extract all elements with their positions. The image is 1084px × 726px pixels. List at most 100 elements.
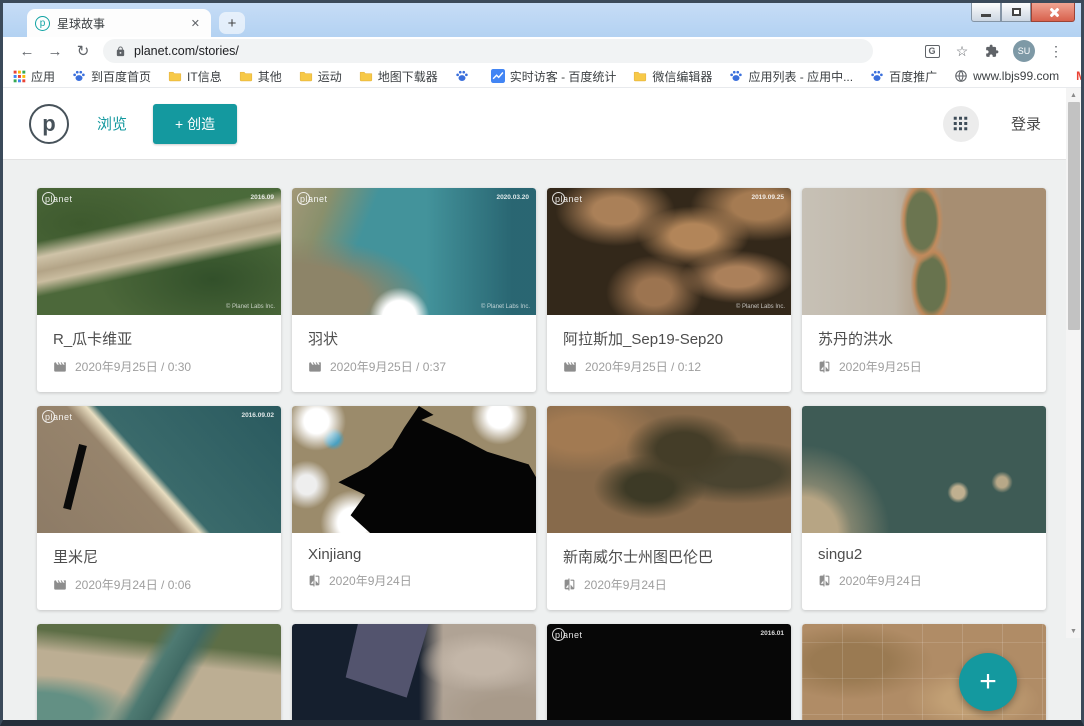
back-icon[interactable]: ← bbox=[13, 43, 41, 60]
tab-title: 星球故事 bbox=[57, 15, 188, 32]
story-meta: 2020年9月25日 / 0:37 bbox=[308, 358, 520, 375]
bookmark-label: 运动 bbox=[318, 68, 342, 85]
bookmark-paw-only[interactable] bbox=[455, 69, 474, 83]
card-info: 羽状 2020年9月25日 / 0:37 bbox=[292, 315, 536, 375]
tab-close-icon[interactable]: ✕ bbox=[188, 17, 203, 30]
story-card[interactable]: planet 2016.09 © Planet Labs Inc. R_瓜卡维亚… bbox=[37, 188, 281, 392]
story-thumbnail bbox=[292, 624, 536, 723]
story-title: R_瓜卡维亚 bbox=[53, 328, 265, 349]
compare-icon bbox=[818, 360, 831, 373]
browser-tab[interactable]: p 星球故事 ✕ bbox=[27, 9, 211, 37]
url-text: planet.com/stories/ bbox=[134, 44, 239, 58]
story-thumbnail: planet 2016.09 © Planet Labs Inc. bbox=[37, 188, 281, 315]
bookmark-folder-sport[interactable]: 运动 bbox=[299, 68, 342, 85]
scrollbar-thumb[interactable] bbox=[1068, 102, 1080, 330]
story-date: 2020年9月24日 bbox=[329, 572, 412, 589]
titlebar: p 星球故事 ✕ + bbox=[3, 3, 1081, 37]
story-title: 新南威尔士州图巴伦巴 bbox=[563, 546, 775, 567]
bookmark-label: 地图下载器 bbox=[378, 68, 438, 85]
profile-avatar[interactable]: SU bbox=[1013, 40, 1035, 62]
scroll-up-icon[interactable]: ▲ bbox=[1066, 88, 1081, 102]
movie-icon bbox=[563, 360, 577, 374]
story-card[interactable]: planet 2019.09.25 © Planet Labs Inc. 阿拉斯… bbox=[547, 188, 791, 392]
story-meta: 2020年9月25日 / 0:30 bbox=[53, 358, 265, 375]
header-right: 登录 bbox=[943, 106, 1055, 142]
scroll-down-icon[interactable]: ▼ bbox=[1066, 624, 1081, 638]
bookmark-baidu-home[interactable]: 到百度首页 bbox=[72, 68, 151, 85]
maximize-button[interactable] bbox=[1001, 3, 1031, 22]
story-card[interactable] bbox=[292, 624, 536, 723]
story-thumbnail: planet 2020.03.20 © Planet Labs Inc. bbox=[292, 188, 536, 315]
bookmark-folder-other[interactable]: 其他 bbox=[239, 68, 282, 85]
capture-date: 2020.03.20 bbox=[496, 194, 529, 201]
card-info: Xinjiang 2020年9月24日 bbox=[292, 533, 536, 589]
movie-icon bbox=[53, 578, 67, 592]
story-card[interactable]: 苏丹的洪水 2020年9月25日 bbox=[802, 188, 1046, 392]
bookmark-lbjs[interactable]: www.lbjs99.com bbox=[954, 69, 1059, 83]
planet-watermark: planet bbox=[300, 194, 328, 204]
story-card[interactable]: planet 2016.01 bbox=[547, 624, 791, 723]
lock-icon bbox=[115, 46, 126, 57]
page-header: p 浏览 + 创造 登录 bbox=[3, 88, 1081, 160]
forward-icon[interactable]: → bbox=[41, 43, 69, 60]
bookmark-folder-it[interactable]: IT信息 bbox=[168, 68, 222, 85]
bookmark-folder-map[interactable]: 地图下载器 bbox=[359, 68, 438, 85]
nav-browse-link[interactable]: 浏览 bbox=[97, 113, 127, 134]
card-info: 新南威尔士州图巴伦巴 2020年9月24日 bbox=[547, 533, 791, 593]
capture-date: 2016.09 bbox=[251, 194, 275, 201]
toolbar-right: G ☆ SU ⋮ bbox=[917, 40, 1071, 62]
planet-watermark: planet bbox=[45, 412, 73, 422]
create-button[interactable]: + 创造 bbox=[153, 104, 237, 144]
address-bar[interactable]: planet.com/stories/ bbox=[103, 39, 873, 63]
bookmark-baidu-promo[interactable]: 百度推广 bbox=[870, 68, 937, 85]
capture-date: 2019.09.25 bbox=[751, 194, 784, 201]
planet-logo[interactable]: p bbox=[29, 104, 69, 144]
folder-icon bbox=[633, 69, 647, 83]
story-date: 2020年9月24日 bbox=[584, 576, 667, 593]
folder-icon bbox=[359, 69, 373, 83]
story-thumbnail: planet 2016.01 bbox=[547, 624, 791, 723]
menu-kebab-icon[interactable]: ⋮ bbox=[1041, 43, 1071, 60]
folder-icon bbox=[239, 69, 253, 83]
bookmark-apps[interactable]: 应用 bbox=[13, 68, 55, 85]
bookmark-app-list[interactable]: 应用列表 - 应用中... bbox=[729, 68, 853, 85]
planet-favicon-icon: p bbox=[35, 16, 50, 31]
apps-grid-button[interactable] bbox=[943, 106, 979, 142]
story-title: Xinjiang bbox=[308, 546, 520, 563]
story-thumbnail: planet 2019.09.25 © Planet Labs Inc. bbox=[547, 188, 791, 315]
story-meta: 2020年9月24日 bbox=[818, 572, 1030, 589]
story-card[interactable]: singu2 2020年9月24日 bbox=[802, 406, 1046, 610]
story-thumbnail bbox=[547, 406, 791, 533]
login-link[interactable]: 登录 bbox=[1011, 113, 1041, 134]
bookmarks-bar: 应用 到百度首页 IT信息 其他 运动 地图下载器 实时访客 - 百度统计 微信… bbox=[3, 65, 1081, 88]
bookmark-stats[interactable]: 实时访客 - 百度统计 bbox=[491, 68, 617, 85]
reload-icon[interactable]: ↻ bbox=[69, 42, 97, 60]
story-title: 里米尼 bbox=[53, 546, 265, 567]
globe-icon bbox=[954, 69, 968, 83]
story-date: 2020年9月25日 / 0:30 bbox=[75, 358, 191, 375]
minimize-button[interactable] bbox=[971, 3, 1001, 22]
extension-puzzle-icon[interactable] bbox=[977, 44, 1007, 58]
bookmark-star-icon[interactable]: ☆ bbox=[947, 43, 977, 60]
close-button[interactable] bbox=[1031, 3, 1075, 22]
story-card[interactable]: 新南威尔士州图巴伦巴 2020年9月24日 bbox=[547, 406, 791, 610]
planet-watermark: planet bbox=[555, 194, 583, 204]
story-date: 2020年9月24日 bbox=[839, 572, 922, 589]
baidu-paw-icon bbox=[870, 69, 884, 83]
close-icon bbox=[1048, 7, 1059, 18]
browser-window: p 星球故事 ✕ + ← → ↻ planet.com/stories/ G ☆… bbox=[0, 0, 1084, 726]
story-card[interactable] bbox=[37, 624, 281, 723]
story-card[interactable]: planet 2020.03.20 © Planet Labs Inc. 羽状 … bbox=[292, 188, 536, 392]
bookmark-gmail[interactable]: MGmail bbox=[1076, 69, 1084, 83]
story-card[interactable]: planet 2016.09.02 里米尼 2020年9月24日 / 0:06 bbox=[37, 406, 281, 610]
page-scrollbar[interactable]: ▲ ▼ bbox=[1066, 88, 1081, 638]
new-tab-button[interactable]: + bbox=[219, 12, 245, 34]
attribution: © Planet Labs Inc. bbox=[736, 304, 785, 310]
story-card[interactable]: Xinjiang 2020年9月24日 bbox=[292, 406, 536, 610]
add-story-fab[interactable]: + bbox=[959, 653, 1017, 711]
translate-icon[interactable]: G bbox=[917, 45, 947, 58]
browser-toolbar: ← → ↻ planet.com/stories/ G ☆ SU ⋮ bbox=[3, 37, 1081, 65]
baidu-paw-icon bbox=[72, 69, 86, 83]
bookmark-wechat-editor[interactable]: 微信编辑器 bbox=[633, 68, 712, 85]
attribution: © Planet Labs Inc. bbox=[226, 304, 275, 310]
